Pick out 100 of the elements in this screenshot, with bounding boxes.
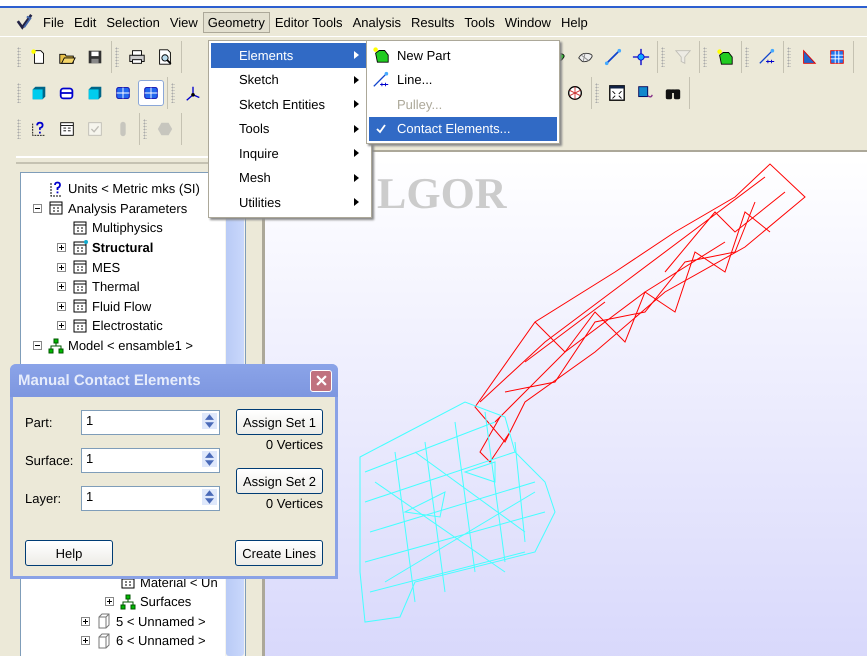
menu-item[interactable]: Sketch Entities <box>211 92 369 116</box>
submenu-arrow-icon <box>354 174 359 182</box>
spin-field[interactable]: 1 <box>81 448 220 473</box>
menu-item[interactable]: New Part <box>369 43 557 68</box>
tree-item[interactable]: MES <box>92 260 120 275</box>
new-part-icon <box>372 46 390 64</box>
menu-item[interactable]: Analysis <box>348 12 406 32</box>
form-icon <box>72 220 88 236</box>
part-icon <box>96 632 112 649</box>
grid-icon <box>828 48 846 66</box>
spin-field[interactable]: 1 <box>81 410 220 435</box>
menu-item[interactable]: View <box>164 12 203 32</box>
menu-item[interactable]: Inquire <box>211 141 369 166</box>
menu-item[interactable]: Results <box>406 12 460 32</box>
menu-item[interactable]: Window <box>500 12 556 32</box>
save-icon <box>86 48 104 66</box>
expand-toggle[interactable] <box>57 321 68 330</box>
tree-item[interactable]: Fluid Flow <box>92 298 152 314</box>
submenu-arrow-icon <box>354 76 359 84</box>
menu-item[interactable]: Line... <box>369 68 557 92</box>
tree-item[interactable]: 5 < Unnamed > <box>116 614 206 629</box>
assign-set-button[interactable]: Assign Set 1 <box>236 409 323 435</box>
cube-icon <box>30 84 48 102</box>
menu-item[interactable]: Contact Elements... <box>369 116 557 141</box>
menu-item[interactable]: Tools <box>459 12 500 32</box>
dialog-title: Manual Contact Elements <box>18 372 201 389</box>
collapse-toggle[interactable] <box>33 204 44 213</box>
wheel-icon <box>566 84 584 102</box>
cube-mesh-icon <box>114 84 132 102</box>
field-label: Part: <box>25 415 54 430</box>
cube-mesh-icon <box>142 84 160 102</box>
menu-item[interactable]: File <box>38 12 69 32</box>
menu-item[interactable]: Mesh <box>211 166 369 190</box>
expand-toggle[interactable] <box>57 262 68 272</box>
up-arrow-icon[interactable] <box>205 452 214 458</box>
hexagon-icon <box>156 120 174 138</box>
vertex-count: 0 Vertices <box>266 496 323 511</box>
field-label: Layer: <box>25 491 62 506</box>
form-icon <box>72 278 88 295</box>
vertex-count: 0 Vertices <box>266 437 323 452</box>
new-part-icon <box>716 48 734 66</box>
submenu-arrow-icon <box>354 124 359 133</box>
create-lines-button[interactable]: Create Lines <box>235 540 323 566</box>
pen-check-icon <box>16 13 34 31</box>
help-button[interactable]: Help <box>25 540 113 566</box>
units-icon <box>48 180 64 197</box>
line-icon <box>604 48 622 66</box>
tree-item[interactable]: Model < ensamble1 > <box>68 338 194 354</box>
print-icon <box>128 48 146 66</box>
down-arrow-icon[interactable] <box>205 498 214 504</box>
up-arrow-icon[interactable] <box>205 490 214 496</box>
checkbox-icon <box>86 120 104 138</box>
menu-item[interactable]: Tools <box>211 116 369 141</box>
menu-item[interactable]: Edit <box>68 12 102 32</box>
expand-toggle[interactable] <box>81 636 92 646</box>
menu-item[interactable]: Editor Tools <box>270 12 348 32</box>
params-icon <box>58 120 76 138</box>
preview-icon <box>156 48 174 66</box>
tree-item[interactable]: Electrostatic <box>92 318 163 334</box>
tree-item[interactable]: Analysis Parameters <box>68 200 188 216</box>
expand-toggle[interactable] <box>105 597 116 606</box>
form-icon <box>48 200 64 216</box>
tree-item[interactable]: Surfaces <box>140 594 192 610</box>
spin-field[interactable]: 1 <box>81 486 220 511</box>
tree-item[interactable]: Multiphysics <box>92 220 163 236</box>
assign-set-button[interactable]: Assign Set 2 <box>236 468 323 494</box>
tree-item[interactable]: Units < Metric mks (SI) <box>68 181 200 196</box>
up-arrow-icon[interactable] <box>205 414 214 420</box>
form-icon <box>72 298 88 314</box>
submenu-arrow-icon <box>354 149 359 158</box>
menu-item[interactable]: Help <box>556 12 593 32</box>
checkmark-icon <box>376 124 386 134</box>
field-label: Surface: <box>25 453 74 468</box>
form-icon <box>72 318 88 334</box>
close-button[interactable] <box>310 370 332 392</box>
expand-toggle[interactable] <box>81 616 92 626</box>
menu-item[interactable]: Selection <box>101 12 165 32</box>
close-icon <box>316 375 326 386</box>
collapse-toggle[interactable] <box>33 341 44 350</box>
down-arrow-icon[interactable] <box>205 422 214 428</box>
tree-item[interactable]: Structural <box>92 240 154 256</box>
menu-item[interactable]: Geometry <box>202 12 270 32</box>
menu-item[interactable]: Elements <box>211 43 369 68</box>
tree-item[interactable]: 6 < Unnamed > <box>116 633 206 648</box>
expand-toggle[interactable] <box>57 243 68 252</box>
down-arrow-icon[interactable] <box>205 460 214 466</box>
tree-item[interactable]: Thermal <box>92 279 140 294</box>
cube-icon <box>86 84 104 102</box>
menu-item[interactable]: Sketch <box>211 68 369 92</box>
submenu-arrow-icon <box>354 100 359 108</box>
fit-icon <box>608 84 626 102</box>
menu-item[interactable]: Utilities <box>211 190 369 214</box>
hierarchy-icon <box>120 594 136 610</box>
expand-toggle[interactable] <box>57 302 68 311</box>
submenu-arrow-icon <box>354 198 359 206</box>
expand-toggle[interactable] <box>57 282 68 292</box>
line-tool-icon <box>372 70 390 89</box>
part-icon <box>96 613 112 630</box>
triangle-icon <box>800 48 818 66</box>
axes-icon <box>184 84 202 102</box>
